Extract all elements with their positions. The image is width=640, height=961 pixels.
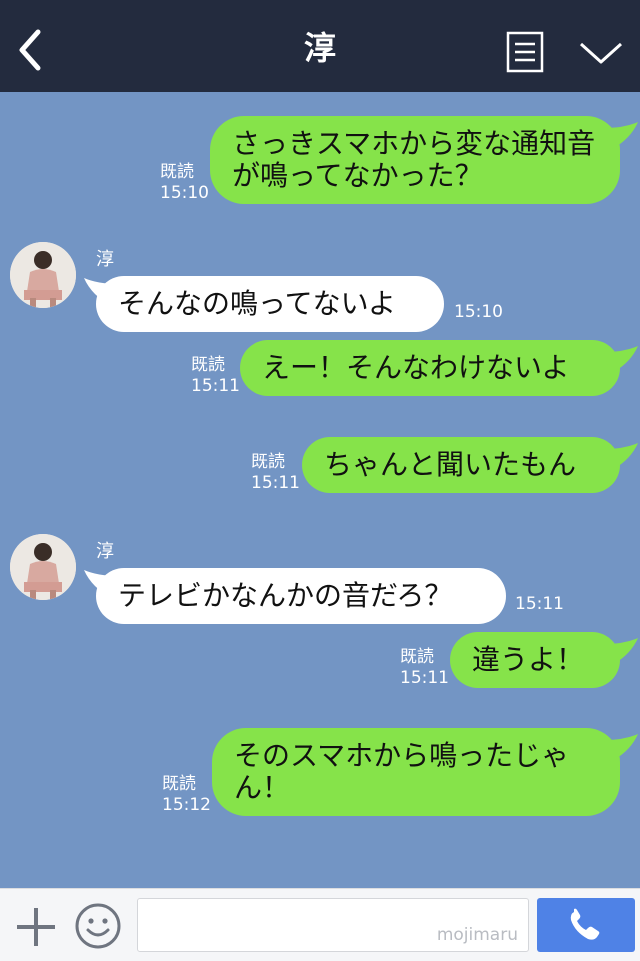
message-time: 15:11 <box>191 376 240 396</box>
message-time: 15:12 <box>162 795 211 815</box>
collapse-button[interactable] <box>578 38 624 68</box>
bubble-tail <box>604 346 638 374</box>
avatar-image <box>10 242 76 308</box>
message-time: 15:10 <box>160 183 209 203</box>
message-text: さっきスマホから変な通知音が鳴ってなかった？ <box>232 127 596 192</box>
emoji-button[interactable] <box>74 902 122 950</box>
read-receipt: 既読 <box>160 162 194 182</box>
menu-icon <box>506 31 544 73</box>
message-bubble-received[interactable]: テレビかなんかの音だろ？ <box>96 568 506 624</box>
message-bubble-sent[interactable]: ちゃんと聞いたもん <box>302 437 620 493</box>
bubble-tail <box>604 122 638 150</box>
read-receipt: 既読 <box>191 355 225 375</box>
message-input[interactable]: mojimaru <box>137 898 529 952</box>
bubble-tail <box>604 734 638 762</box>
message-bubble-sent[interactable]: さっきスマホから変な通知音が鳴ってなかった？ <box>210 116 620 204</box>
read-receipt: 既読 <box>251 452 285 472</box>
avatar[interactable] <box>10 242 76 308</box>
message-bubble-sent[interactable]: 違うよ！ <box>450 632 620 688</box>
message-meta: 既読 15:11 <box>191 355 240 397</box>
message-meta: 既読 15:11 <box>400 647 449 689</box>
message-text: そのスマホから鳴ったじゃん！ <box>234 739 570 804</box>
add-button[interactable] <box>14 905 58 949</box>
input-bar: mojimaru <box>0 888 640 961</box>
message-time: 15:11 <box>400 668 449 688</box>
avatar[interactable] <box>10 534 76 600</box>
sender-name: 淳 <box>96 249 114 270</box>
message-text: そんなの鳴ってないよ <box>118 287 397 320</box>
message-bubble-received[interactable]: そんなの鳴ってないよ <box>96 276 444 332</box>
read-receipt: 既読 <box>162 774 196 794</box>
message-meta: 既読 15:12 <box>162 774 211 816</box>
message-text: 違うよ！ <box>472 643 585 676</box>
message-meta: 既読 15:11 <box>251 452 300 494</box>
emoji-icon <box>75 903 121 949</box>
plus-icon <box>17 908 55 946</box>
watermark: mojimaru <box>436 925 518 945</box>
message-bubble-sent[interactable]: そのスマホから鳴ったじゃん！ <box>212 728 620 816</box>
message-text: テレビかなんかの音だろ？ <box>118 579 453 612</box>
message-list[interactable]: 既読 15:10 さっきスマホから変な通知音が鳴ってなかった？ 淳 そんなの鳴っ… <box>0 92 640 888</box>
bubble-tail <box>604 638 638 666</box>
chat-header: 淳 <box>0 0 640 92</box>
menu-button[interactable] <box>506 31 544 73</box>
phone-icon <box>570 908 600 940</box>
bubble-tail <box>604 443 638 471</box>
sender-name: 淳 <box>96 541 114 562</box>
avatar-image <box>10 534 76 600</box>
message-time: 15:10 <box>454 302 503 322</box>
chevron-down-icon <box>579 42 623 64</box>
read-receipt: 既読 <box>400 647 434 667</box>
message-meta: 既読 15:10 <box>160 162 209 204</box>
call-button[interactable] <box>537 898 635 952</box>
message-bubble-sent[interactable]: えー！そんなわけないよ <box>240 340 620 396</box>
message-text: えー！そんなわけないよ <box>262 351 570 384</box>
message-time: 15:11 <box>251 473 300 493</box>
chat-title: 淳 <box>303 29 336 67</box>
message-text: ちゃんと聞いたもん <box>324 448 577 481</box>
message-time: 15:11 <box>515 594 564 614</box>
